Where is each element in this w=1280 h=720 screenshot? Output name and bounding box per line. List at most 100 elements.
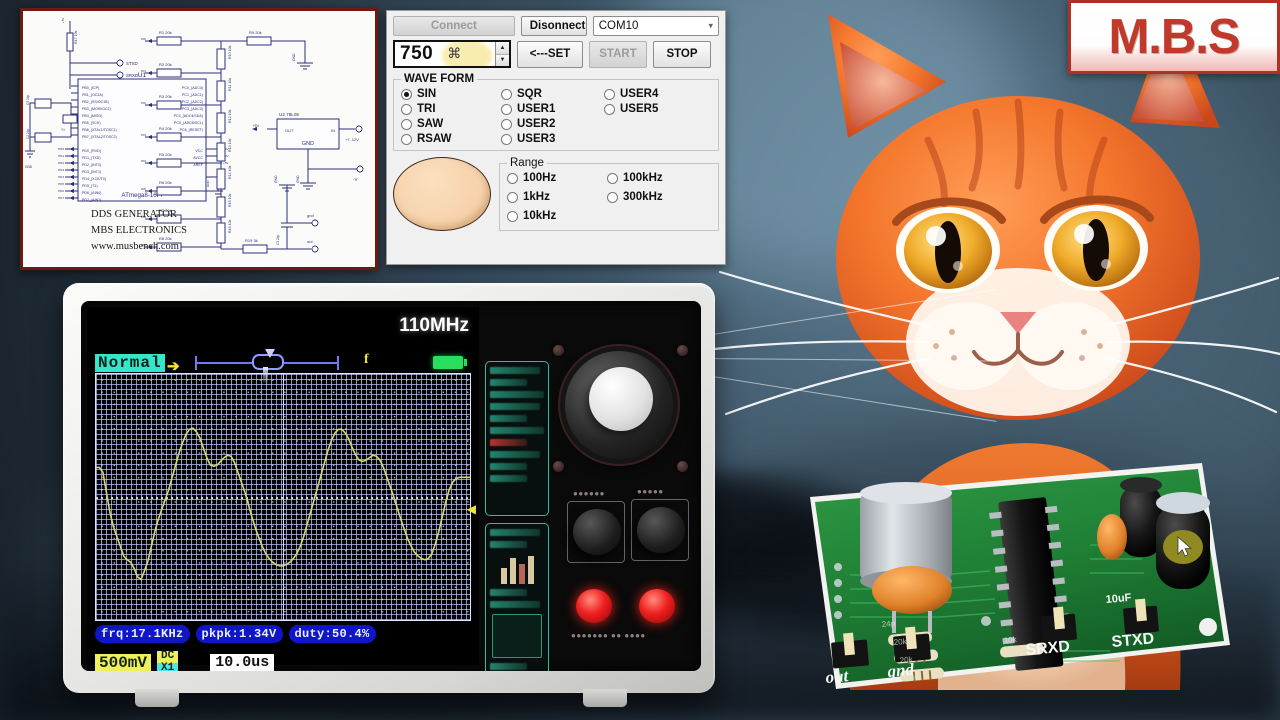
schematic-title-line: www.musbench.com: [91, 241, 179, 252]
svg-text:R14 10k: R14 10k: [228, 165, 232, 179]
svg-text:OUT: OUT: [285, 128, 294, 133]
radio-icon: [501, 103, 512, 115]
menu-row: [490, 475, 528, 482]
text-cursor-icon: ⌘: [447, 46, 462, 62]
menu-row: [490, 427, 544, 434]
waveform-label: USER5: [620, 103, 659, 115]
radio-icon: [604, 103, 615, 115]
svg-text:PC0_(ADC0): PC0_(ADC0): [182, 86, 203, 90]
waveform-radio-user4[interactable]: USER4: [604, 88, 713, 100]
pcb-label-20k: 20k: [899, 655, 914, 665]
frequency-input[interactable]: 750 ⌘ ▲ ▼: [393, 40, 511, 68]
trigger-bar-cap: [195, 356, 197, 370]
svg-text:GND: GND: [296, 175, 300, 183]
svg-text:PD3: PD3: [58, 168, 64, 172]
waveform-radio-rsaw[interactable]: RSAW: [401, 133, 501, 145]
scope-side-menu-top[interactable]: [485, 361, 549, 516]
svg-text:PD1: PD1: [141, 69, 147, 73]
waveform-label: SQR: [517, 88, 542, 100]
svg-text:PD2_(INT0): PD2_(INT0): [82, 163, 101, 167]
svg-text:PC4_(ADC4/SDA): PC4_(ADC4/SDA): [174, 114, 203, 118]
svg-text:Y1: Y1: [61, 128, 65, 132]
range-radio-1khz[interactable]: 1kHz: [507, 191, 607, 203]
svg-text:GND: GND: [206, 180, 210, 188]
svg-text:PD2: PD2: [141, 101, 147, 105]
pcb-label-20k: 20k: [893, 637, 908, 647]
level-bars-icon: [486, 554, 548, 584]
range-group: Range 100Hz 100kHz 1kHz 300kHz 10kHz: [499, 157, 719, 231]
grid-spacer: [604, 118, 713, 130]
waveform-radio-sqr[interactable]: SQR: [501, 88, 604, 100]
range-label: 100Hz: [523, 172, 557, 184]
pcb-label-20k: 20k: [905, 673, 920, 683]
waveform-radio-user3[interactable]: USER3: [501, 133, 604, 145]
stepper-down-icon[interactable]: ▼: [496, 54, 509, 66]
svg-text:PD3: PD3: [141, 133, 147, 137]
svg-text:R2 20k: R2 20k: [159, 62, 172, 67]
waveform-label: USER1: [517, 103, 556, 115]
waveform-radio-sin[interactable]: SIN: [401, 88, 501, 100]
range-radio-100khz[interactable]: 100kHz: [607, 172, 713, 184]
waveform-radio-user2[interactable]: USER2: [501, 118, 604, 130]
menu-row-highlight: [490, 439, 528, 446]
pcb-label-out: out: [825, 666, 851, 687]
svg-text:PD6_(AIN0): PD6_(AIN0): [82, 191, 101, 195]
coupling-value: DC: [157, 650, 179, 663]
radio-icon: [401, 88, 412, 100]
svg-text:PD2: PD2: [58, 161, 64, 165]
svg-text:out: out: [307, 239, 313, 244]
vertical-knob[interactable]: [573, 509, 621, 555]
disconnect-button[interactable]: Disonnect: [520, 16, 587, 36]
svg-text:R1 20k: R1 20k: [159, 30, 172, 35]
svg-text:PD4: PD4: [58, 175, 64, 179]
range-radio-300khz[interactable]: 300kHz: [607, 191, 713, 203]
waveform-radio-saw[interactable]: SAW: [401, 118, 501, 130]
waveform-radio-tri[interactable]: TRI: [401, 103, 501, 115]
com-port-select[interactable]: COM10 ▾: [592, 16, 719, 36]
dds-generator-window[interactable]: Connect Disonnect COM10 ▾ 750 ⌘ ▲ ▼ <---…: [386, 10, 726, 265]
menu-row: [490, 451, 540, 458]
frequency-stepper[interactable]: ▲ ▼: [495, 42, 509, 66]
range-radio-100hz[interactable]: 100Hz: [507, 172, 607, 184]
main-encoder-knob[interactable]: [565, 351, 673, 459]
stop-button[interactable]: STOP: [653, 40, 711, 68]
svg-text:GND: GND: [302, 141, 314, 147]
svg-text:PD0_(RXD): PD0_(RXD): [82, 149, 101, 153]
svg-text:PD3_(INT1): PD3_(INT1): [82, 170, 101, 174]
svg-text:GND: GND: [274, 175, 278, 183]
waveform-radio-user1[interactable]: USER1: [501, 103, 604, 115]
radio-icon: [507, 172, 518, 184]
horizontal-knob[interactable]: [637, 507, 685, 553]
connect-button[interactable]: Connect: [393, 16, 515, 36]
svg-text:PD5: PD5: [58, 182, 64, 186]
svg-text:PC1_(ADC1): PC1_(ADC1): [182, 93, 203, 97]
pcb-label-24p: 24p: [881, 619, 896, 629]
pcb-label-10uf: 10uF: [1105, 592, 1132, 606]
bandwidth-label: 110MHz: [399, 315, 469, 336]
range-label: 10kHz: [523, 210, 557, 222]
svg-text:PD5_(T1): PD5_(T1): [82, 184, 98, 188]
svg-text:R15 10k: R15 10k: [228, 193, 232, 207]
waveform-group: WAVE FORM SIN SQR USER4 TRI USER1 USER5 …: [393, 73, 719, 151]
radio-icon: [507, 191, 518, 203]
sub-knob-label: ●●●●●●: [573, 489, 605, 498]
svg-text:-V: -V: [353, 177, 357, 182]
waveform-label: SIN: [417, 88, 437, 100]
red-button-left[interactable]: [576, 589, 612, 623]
svg-text:C1 24p: C1 24p: [276, 234, 280, 245]
red-button-right[interactable]: [639, 589, 675, 623]
menu-row: [490, 379, 528, 386]
range-label: 100kHz: [623, 172, 663, 184]
oscilloscope-bezel: 110MHz Normal ➔ f ◀ frq:17.1KHz pkpk:1.3…: [81, 301, 701, 671]
set-button[interactable]: <---SET: [517, 40, 583, 68]
waveform-radio-user5[interactable]: USER5: [604, 103, 713, 115]
waveform-preview-dial[interactable]: [393, 157, 491, 231]
scope-side-menu-bottom[interactable]: [485, 523, 549, 671]
radio-icon: [501, 88, 512, 100]
stepper-up-icon[interactable]: ▲: [496, 42, 509, 55]
start-button[interactable]: START: [589, 40, 647, 68]
range-radio-10khz[interactable]: 10kHz: [507, 210, 607, 222]
chevron-down-icon: ▾: [708, 20, 713, 31]
oscilloscope-foot: [135, 689, 179, 707]
connection-toolbar: Connect Disonnect COM10 ▾: [393, 16, 719, 36]
